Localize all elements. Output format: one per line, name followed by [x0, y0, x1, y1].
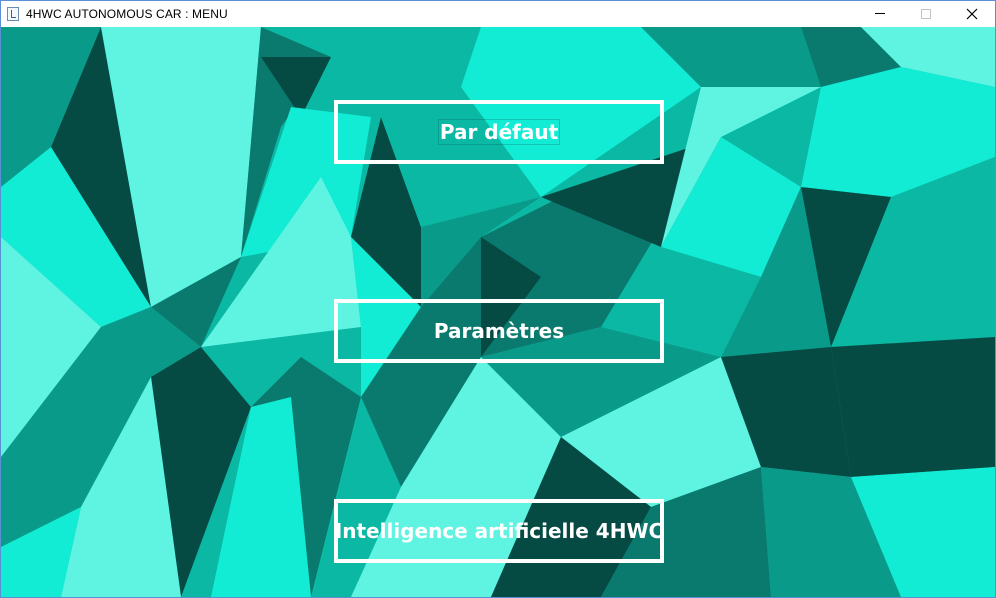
app-icon — [7, 7, 19, 21]
settings-button[interactable]: Paramètres — [334, 299, 664, 363]
window-controls — [857, 1, 995, 27]
ai-4hwc-button[interactable]: Intelligence artificielle 4HWC — [334, 499, 664, 563]
menu-canvas: Par défaut Paramètres Intelligence artif… — [1, 27, 995, 597]
close-icon — [966, 8, 978, 20]
close-button[interactable] — [949, 1, 995, 27]
title-bar[interactable]: 4HWC AUTONOMOUS CAR : MENU — [1, 1, 995, 27]
default-button[interactable]: Par défaut — [334, 100, 664, 164]
maximize-button[interactable] — [903, 1, 949, 27]
minimize-button[interactable] — [857, 1, 903, 27]
window-title: 4HWC AUTONOMOUS CAR : MENU — [26, 7, 228, 21]
default-button-label: Par défaut — [437, 119, 561, 145]
ai-4hwc-button-label: Intelligence artificielle 4HWC — [334, 519, 664, 543]
settings-button-label: Paramètres — [433, 319, 565, 343]
app-window: 4HWC AUTONOMOUS CAR : MENU Par défaut Pa… — [0, 0, 996, 598]
